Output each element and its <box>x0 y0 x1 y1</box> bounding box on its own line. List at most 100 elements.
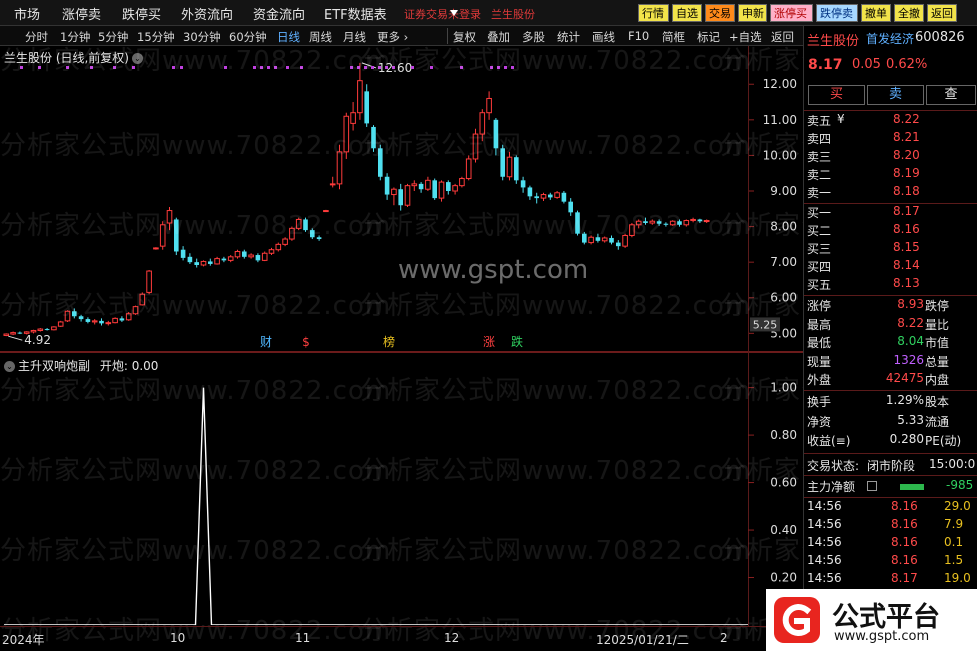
candle-body-up <box>234 250 241 258</box>
menu-market[interactable]: 市场 <box>14 4 40 23</box>
tool-mark-button[interactable]: 标记 <box>697 29 720 45</box>
indicator-y-tick-label: 0.40 <box>770 523 797 537</box>
tick-row[interactable]: 14:56 8.16 0.1 <box>804 535 977 553</box>
menu-capital-flow[interactable]: 资金流向 <box>253 4 305 23</box>
stat-label: 净资 <box>807 414 832 429</box>
tab-period-timeshare[interactable]: 分时 <box>25 29 48 45</box>
event-marker[interactable]: 跌 <box>511 334 523 349</box>
list-icon[interactable] <box>867 481 877 491</box>
signal-dot <box>392 66 395 69</box>
candle-body-up <box>465 158 472 180</box>
bid-row[interactable]: 买二 8.16 <box>804 222 977 240</box>
stat2-row[interactable]: 换手 1.29% 股本 <box>804 393 977 411</box>
panel-stock-name[interactable]: 兰生股份 <box>807 30 859 49</box>
quick-button[interactable]: 涨停买 <box>770 4 813 22</box>
sell-button[interactable]: 卖 <box>867 85 924 105</box>
indicator-name: 主升双响炮副 <box>18 359 91 373</box>
tool-draw-line-button[interactable]: 画线 <box>592 29 615 45</box>
ask-row[interactable]: 卖二 8.19 <box>804 166 977 184</box>
signal-dot <box>38 66 41 69</box>
tab-period-30min[interactable]: 30分钟 <box>183 29 221 45</box>
event-marker[interactable]: 涨 <box>483 334 495 349</box>
stat-row[interactable]: 外盘 42475 内盘 <box>804 371 977 389</box>
indicator-y-tick-label: 0.20 <box>770 571 797 585</box>
tool-stats-button[interactable]: 统计 <box>557 29 580 45</box>
candle-body-down <box>17 332 23 334</box>
tab-period-1min[interactable]: 1分钟 <box>60 29 90 45</box>
indicator-chart[interactable]: 1.00 0.80 0.60 0.40 0.20 <box>0 353 803 625</box>
bid-row[interactable]: 买四 8.14 <box>804 258 977 276</box>
panel-price-row: 8.17 0.05 0.62% <box>804 57 977 75</box>
kline-chart-area[interactable]: 12.00 11.00 10.00 9.00 8.00 7.00 6.00 5.00 12.60… <box>0 46 803 351</box>
signal-dot <box>253 66 256 69</box>
tick-row[interactable]: 14:56 8.16 29.0 <box>804 499 977 517</box>
tool-multi-stock-button[interactable]: 多股 <box>522 29 545 45</box>
notice-stock-name: 兰生股份 <box>491 8 535 21</box>
quick-button[interactable]: 行情 <box>638 4 669 22</box>
candle-body-up <box>336 151 343 185</box>
bid-row[interactable]: 买一 8.17 <box>804 204 977 222</box>
quick-button[interactable]: 跌停卖 <box>816 4 858 22</box>
tick-row[interactable]: 14:56 8.16 7.9 <box>804 517 977 535</box>
tab-period-daily[interactable]: 日线 <box>277 29 300 45</box>
tab-period-15min[interactable]: 15分钟 <box>137 29 175 45</box>
tick-volume: 0.1 <box>944 535 964 549</box>
candle-body-down <box>568 201 573 213</box>
stat2-row[interactable]: 净资 5.33 流通 <box>804 413 977 431</box>
quick-button[interactable]: 申新 <box>738 4 767 22</box>
buy-button[interactable]: 买 <box>808 85 865 105</box>
ask-label: 卖五 <box>807 114 832 128</box>
indicator-chart-area[interactable]: 1.00 0.80 0.60 0.40 0.20 ⌄ 主升双响炮副 开炮: 0.00 <box>0 353 803 625</box>
tick-row[interactable]: 14:56 8.16 1.5 <box>804 553 977 571</box>
tab-period-60min[interactable]: 60分钟 <box>229 29 267 45</box>
event-marker[interactable]: $ <box>302 335 310 349</box>
stat-row[interactable]: 现量 1326 总量 <box>804 353 977 371</box>
menu-limit-up-sell[interactable]: 涨停卖 <box>62 4 101 23</box>
candle-body-down <box>119 318 125 321</box>
candle-body-down <box>527 187 533 197</box>
tab-period-more[interactable]: 更多 › <box>377 29 408 45</box>
tab-period-weekly[interactable]: 周线 <box>309 29 332 45</box>
ask-row[interactable]: 卖一 8.18 <box>804 184 977 202</box>
stat-row[interactable]: 最高 8.22 量比 <box>804 316 977 334</box>
kline-chart[interactable]: 12.0011.0010.009.008.007.006.005.0012.60… <box>0 46 803 351</box>
quick-button[interactable]: 交易 <box>705 4 735 22</box>
signal-dot <box>286 66 289 69</box>
candle-body-up <box>91 320 98 323</box>
tick-row[interactable]: 14:56 8.17 19.0 <box>804 571 977 589</box>
ask-row[interactable]: 卖三 8.20 <box>804 148 977 166</box>
bid-row[interactable]: 买五 8.13 <box>804 276 977 294</box>
tool-overlay-button[interactable]: 叠加 <box>487 29 510 45</box>
chevron-down-icon[interactable]: ⌄ <box>4 361 15 372</box>
candle-body-up <box>227 256 234 261</box>
query-button[interactable]: 查 <box>926 85 976 105</box>
candle-body-down <box>446 182 451 191</box>
chevron-down-icon[interactable]: ⌄ <box>132 53 143 64</box>
menu-etf-table[interactable]: ETF数据表 <box>324 4 387 23</box>
quick-button[interactable]: 返回 <box>927 4 957 22</box>
quick-button[interactable]: 撤单 <box>861 4 891 22</box>
y-tick-label: 11.00 <box>763 113 797 127</box>
quick-button[interactable]: 全撤 <box>894 4 924 22</box>
panel-sector[interactable]: 首发经济 <box>866 30 914 47</box>
quick-button[interactable]: 自选 <box>672 4 702 22</box>
ask-row[interactable]: 卖五 ¥8.22 <box>804 112 977 130</box>
event-marker[interactable]: 榜 <box>383 334 395 349</box>
tab-period-monthly[interactable]: 月线 <box>343 29 366 45</box>
tool-adjust-button[interactable]: 复权 <box>453 29 476 45</box>
tool-f10-button[interactable]: F10 <box>628 29 649 43</box>
candle-body-down <box>255 255 261 261</box>
tool-simple-frame-button[interactable]: 简框 <box>662 29 685 45</box>
tool-back-button[interactable]: 返回 <box>771 29 794 45</box>
net-flow-row: 主力净额 -985 <box>804 478 977 496</box>
menu-foreign-flow[interactable]: 外资流向 <box>181 4 233 23</box>
bid-row[interactable]: 买三 8.15 <box>804 240 977 258</box>
stat2-row[interactable]: 收益(≡) 0.280 PE(动) <box>804 432 977 450</box>
event-marker[interactable]: 财 <box>260 335 272 349</box>
menu-limit-down-buy[interactable]: 跌停买 <box>122 4 161 23</box>
tool-add-favorite-button[interactable]: +自选 <box>729 29 762 45</box>
tab-period-5min[interactable]: 5分钟 <box>98 29 128 45</box>
ask-row[interactable]: 卖四 8.21 <box>804 130 977 148</box>
stat-row[interactable]: 涨停 8.93 跌停 <box>804 297 977 315</box>
stat-row[interactable]: 最低 8.04 市值 <box>804 334 977 352</box>
